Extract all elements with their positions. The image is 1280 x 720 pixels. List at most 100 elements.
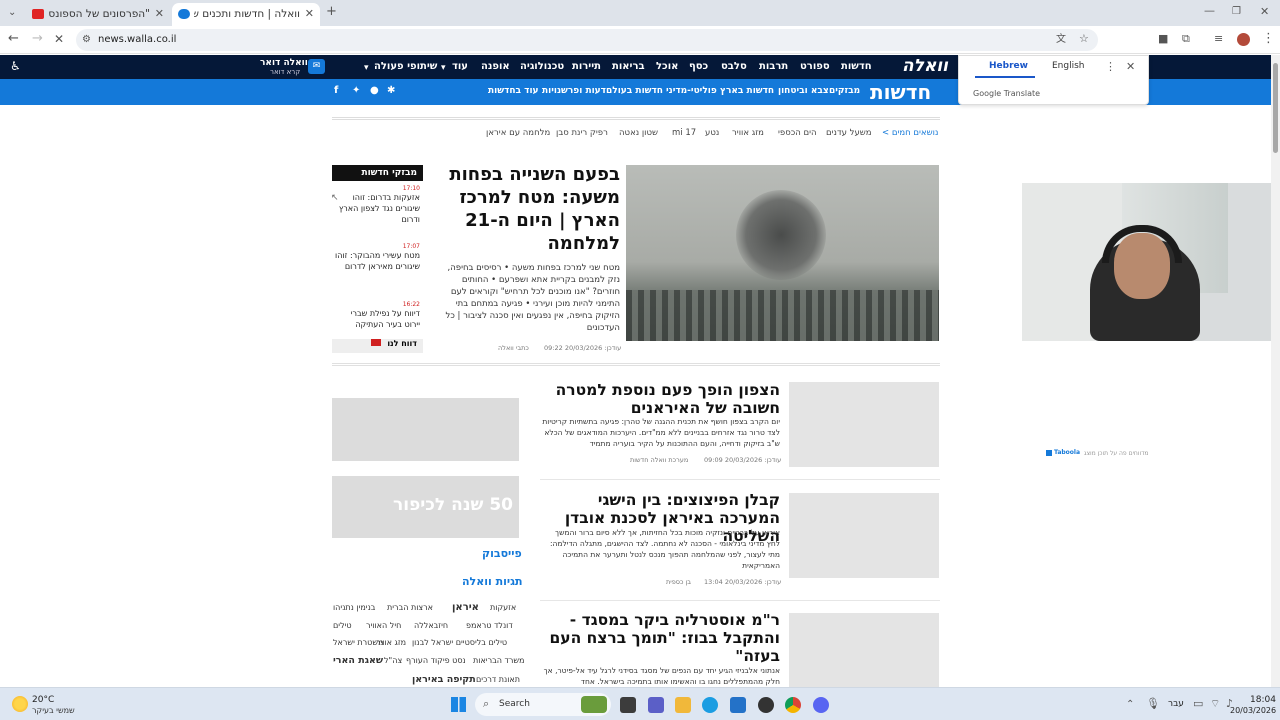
nav-item-food[interactable]: אוכל [656,61,678,72]
task-view-icon[interactable] [620,697,636,713]
forward-icon[interactable]: → [32,32,43,46]
twitter-icon[interactable]: ✦ [352,84,360,98]
apple-icon[interactable]: ● [370,84,379,98]
translate-tab-hebrew[interactable]: Hebrew [989,61,1028,71]
mail-icon[interactable]: ✉ [308,59,325,74]
flash-item[interactable]: 16:22 דיווח על נפילת שברי יירוט בעיר העת… [335,301,420,330]
ad-brand[interactable]: Taboola [1054,449,1080,456]
hot-topic[interactable]: מזג אוויר [732,128,764,138]
accessibility-icon[interactable]: ♿ [10,59,21,73]
url-field[interactable]: ⚙ news.walla.co.il 文 ☆ [76,29,1098,51]
tag-link[interactable]: ארצות הברית [387,603,433,612]
tag-link[interactable]: נסט פיקוד העורף [406,656,466,665]
more-options-icon[interactable]: ⋮ [1105,60,1116,74]
wifi-icon[interactable]: ⌔ [1210,697,1220,711]
article-title[interactable]: ר"מ אוסטרליה ביקר במסגד - והתקבל בבוז: "… [540,611,781,665]
scrollbar-thumb[interactable] [1273,63,1278,153]
tag-link[interactable]: משרד הבריאות [473,656,524,665]
mic-icon[interactable]: 🎙 [1146,697,1160,711]
tab-search-icon[interactable]: ⌄ [8,6,16,20]
start-icon[interactable] [451,697,466,712]
stop-icon[interactable]: ✕ [54,32,64,46]
mail-label[interactable]: וואלה דואר [260,58,308,68]
article-image[interactable] [789,613,939,687]
ad-placeholder[interactable] [332,398,519,461]
window-close-icon[interactable]: ✕ [1260,5,1269,19]
news-nav-opinions[interactable]: דעות ופרשנויות [542,86,606,96]
nav-item-celebs[interactable]: סלבס [721,61,747,72]
walla-logo[interactable]: וואלה [902,56,948,76]
chrome-icon[interactable] [785,697,801,713]
display-icon[interactable]: ▭ [1193,697,1203,711]
profile-avatar[interactable] [1237,33,1250,46]
bookmark-star-icon[interactable]: ☆ [1079,32,1089,46]
nav-item-health[interactable]: בריאות [612,61,645,72]
tag-link[interactable]: חיזבאללה [414,621,448,630]
tray-chevron-icon[interactable]: ⌃ [1126,698,1134,712]
android-icon[interactable]: ✱ [387,84,395,98]
hot-topics-label[interactable]: נושאים חמים > [882,128,938,138]
nav-item-more[interactable]: עוד [452,61,468,72]
news-section-title[interactable]: חדשות [870,80,931,104]
back-icon[interactable]: ← [8,32,19,46]
tag-link[interactable]: אזעקות [490,603,516,612]
store-icon[interactable] [730,697,746,713]
tag-link[interactable]: תקיפה באיראן [412,674,476,685]
tag-link[interactable]: דונלד טראמפ [466,621,513,630]
hot-topic[interactable]: 17 mi [672,128,696,138]
tag-link[interactable]: צה"ל [384,656,402,665]
facebook-icon[interactable]: f [334,84,338,98]
browser-tab-walla[interactable]: וואלה | חדשות ותכנים שעוסקים ✕ [172,3,320,26]
app-icon[interactable] [758,697,774,713]
article-title[interactable]: הצפון הופך פעם נוספת למטרה חשובה של האיר… [540,381,780,417]
nav-item-cooperation[interactable]: שיתופי פעולה [374,61,437,72]
hot-topic[interactable]: הים הכספי [778,128,817,138]
clock-time[interactable]: 18:04 [1250,695,1276,705]
nav-item-money[interactable]: כסף [689,61,708,72]
news-nav-more[interactable]: עוד בחדשות [488,86,539,96]
tag-link[interactable]: משטרת ישראל [333,638,383,647]
taskbar-search[interactable]: ⌕ Search [475,693,611,716]
close-icon[interactable]: ✕ [305,7,314,20]
hot-topic[interactable]: שטון נאטה [619,128,658,138]
flash-item[interactable]: 17:07 מטח עשירי מהבוקר: זוהו שיגורים מאי… [335,243,420,272]
site-info-icon[interactable]: ⚙ [82,33,91,47]
tag-link[interactable]: טילים [333,621,352,630]
hot-topic[interactable]: משעל עדנים [826,128,872,138]
tag-link[interactable]: בנימין נתניהו [333,603,375,612]
tag-link[interactable]: איראן [452,602,479,613]
facebook-link[interactable]: פייסבוק [482,547,522,560]
tag-link[interactable]: תאונת דרכים [476,675,520,684]
nav-item-travel[interactable]: תיירות [572,61,601,72]
tag-link[interactable]: טילים בליסטיים ישראל לבנון [412,638,507,647]
report-link[interactable]: דווח לנו [332,339,423,353]
new-tab-icon[interactable]: + [326,5,337,19]
news-nav-army[interactable]: צבא וביטחון [778,86,829,96]
tag-link[interactable]: שאגת הארי [333,655,383,666]
nav-item-sport[interactable]: ספורט [800,61,830,72]
language-indicator[interactable]: עבר [1168,699,1184,709]
browser-tab-youtube[interactable]: "הפרסונים של הספונסר שעשתי ✕ [26,3,170,26]
article-image[interactable] [789,493,939,578]
maximize-icon[interactable]: ❐ [1232,5,1241,19]
news-nav-world[interactable]: חדשות בעולם [606,86,663,96]
extensions-puzzle-icon[interactable]: ⧉ [1182,32,1190,46]
main-story-image[interactable] [626,165,939,341]
media-icon[interactable]: ≡ [1214,32,1223,46]
translate-icon[interactable]: 文 [1056,33,1066,47]
minimize-icon[interactable]: — [1204,4,1215,18]
close-icon[interactable]: ✕ [1126,60,1135,74]
page-scrollbar[interactable] [1271,55,1280,687]
news-nav-flash[interactable]: מבזקים [829,86,860,96]
nav-item-fashion[interactable]: אופנה [481,61,510,72]
clock-date[interactable]: 20/03/2026 [1230,706,1276,715]
flash-item[interactable]: 17:10 אזעקות בדרום: זוהו שיגורים נגד לצפ… [335,185,420,225]
menu-icon[interactable]: ⋮ [1262,32,1275,46]
teams-icon[interactable] [648,697,664,713]
close-icon[interactable]: ✕ [155,7,164,20]
news-nav-politics[interactable]: פוליטי-מדיני [666,86,717,96]
main-story-title[interactable]: בפעם השנייה בפחות משעה: מטח למרכז הארץ |… [444,163,620,255]
hot-topic[interactable]: מלחמה עם איראן [486,128,550,138]
hot-topic[interactable]: נטע [705,128,719,138]
news-nav-israel[interactable]: חדשות בארץ [720,86,774,96]
